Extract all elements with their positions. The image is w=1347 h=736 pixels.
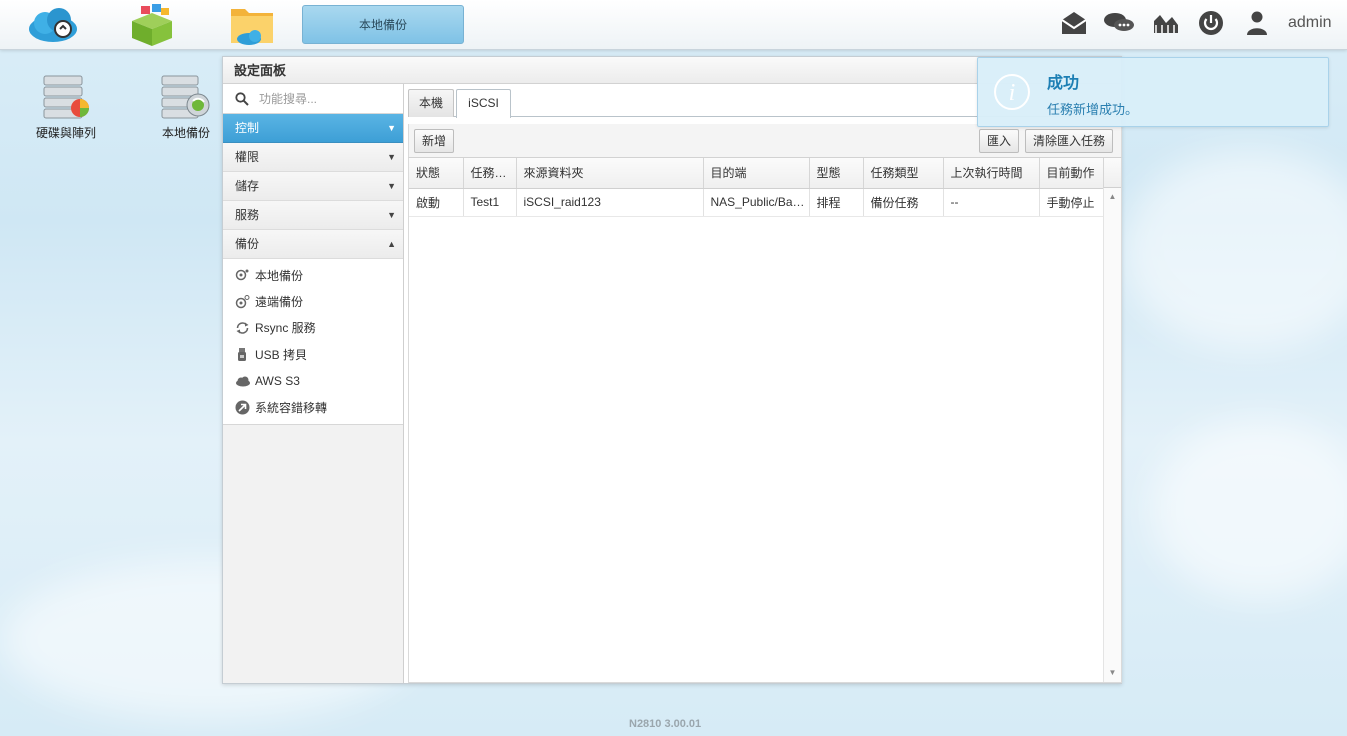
usb-icon bbox=[235, 347, 255, 362]
scroll-up-icon[interactable]: ▲ bbox=[1104, 190, 1121, 204]
username-label[interactable]: admin bbox=[1288, 14, 1332, 32]
cloud-menu-icon[interactable] bbox=[26, 2, 80, 48]
table-header-row: 狀態 任務名稱 來源資料夾 目的端 型態 任務類型 上次執行時間 目前動作 bbox=[409, 158, 1104, 189]
cloud-icon bbox=[235, 375, 255, 387]
background-cloud bbox=[1150, 420, 1347, 600]
remote-backup-icon bbox=[235, 294, 255, 309]
category-label: 服務 bbox=[235, 208, 260, 222]
search-placeholder: 功能搜尋... bbox=[259, 92, 318, 106]
category-label: 權限 bbox=[235, 150, 260, 164]
sidebar-item-label: 系統容錯移轉 bbox=[255, 400, 328, 415]
content-pane: 本機 iSCSI 新增 匯入 清除匯入任務 狀態 任務名稱 來源資料夾 目的端 … bbox=[408, 84, 1122, 683]
taskbar-task-local-backup[interactable]: 本地備份 bbox=[302, 5, 464, 44]
sidebar-item-label: 遠端備份 bbox=[255, 295, 304, 310]
cell-type: 排程 bbox=[809, 188, 864, 217]
scroll-down-icon[interactable]: ▼ bbox=[1104, 666, 1121, 680]
tab-local[interactable]: 本機 bbox=[408, 89, 454, 117]
notification-title: 成功 bbox=[1047, 75, 1080, 92]
tab-label: iSCSI bbox=[468, 96, 499, 110]
sidebar-item-label: USB 拷貝 bbox=[255, 347, 308, 362]
chevron-up-icon: ▲ bbox=[387, 239, 396, 249]
chevron-down-icon: ▼ bbox=[387, 181, 396, 191]
sidebar-item-label: 本地備份 bbox=[255, 268, 304, 283]
tab-iscsi[interactable]: iSCSI bbox=[456, 89, 511, 118]
cell-destination: NAS_Public/Backup bbox=[703, 188, 810, 217]
sidebar-item-failover[interactable]: 系統容錯移轉 bbox=[223, 394, 403, 420]
sidebar-item-local-backup[interactable]: 本地備份 bbox=[223, 262, 403, 288]
sidebar-item-label: Rsync 服務 bbox=[255, 321, 316, 336]
desktop-icon-disk-raid[interactable]: 硬碟與陣列 bbox=[21, 74, 111, 141]
rsync-icon bbox=[235, 321, 255, 335]
column-header-type[interactable]: 型態 bbox=[809, 158, 864, 189]
category-label: 備份 bbox=[235, 237, 260, 251]
task-table: 狀態 任務名稱 來源資料夾 目的端 型態 任務類型 上次執行時間 目前動作 啟動… bbox=[408, 158, 1122, 683]
task-label: 本地備份 bbox=[358, 18, 407, 32]
cell-task-name: Test1 bbox=[463, 188, 517, 217]
sidebar: 功能搜尋... 控制 ▼ 權限 ▼ 儲存 ▼ 服務 ▼ 備份 ▲ 本地備份 遠端… bbox=[223, 84, 404, 683]
sidebar-category-backup[interactable]: 備份 ▲ bbox=[223, 230, 403, 259]
backup-submenu: 本地備份 遠端備份 Rsync 服務 USB 拷貝 AWS S3 系統容錯移轉 bbox=[223, 259, 403, 426]
column-header-last-run[interactable]: 上次執行時間 bbox=[943, 158, 1040, 189]
background-cloud bbox=[1120, 150, 1347, 350]
sidebar-category-storage[interactable]: 儲存 ▼ bbox=[223, 172, 403, 201]
local-backup-icon bbox=[235, 268, 255, 282]
cell-current-action: 手動停止 bbox=[1039, 188, 1104, 217]
monitor-icon[interactable] bbox=[1150, 8, 1182, 38]
scroll-header-spacer bbox=[1103, 158, 1121, 188]
sidebar-item-label: AWS S3 bbox=[255, 373, 300, 388]
category-label: 控制 bbox=[235, 121, 260, 135]
search-icon bbox=[235, 91, 249, 106]
cell-status: 啟動 bbox=[409, 188, 464, 217]
mail-icon[interactable] bbox=[1058, 8, 1090, 38]
desktop-icon-label: 本地備份 bbox=[161, 126, 210, 140]
desktop-icon-label: 硬碟與陣列 bbox=[35, 126, 96, 140]
chat-icon[interactable] bbox=[1102, 8, 1136, 38]
column-header-current-action[interactable]: 目前動作 bbox=[1039, 158, 1104, 189]
chevron-down-icon: ▼ bbox=[387, 210, 396, 220]
sidebar-category-services[interactable]: 服務 ▼ bbox=[223, 201, 403, 230]
column-header-task-type[interactable]: 任務類型 bbox=[863, 158, 944, 189]
disk-array-icon bbox=[40, 74, 92, 120]
sidebar-item-remote-backup[interactable]: 遠端備份 bbox=[223, 288, 403, 314]
cell-task-type: 備份任務 bbox=[863, 188, 944, 217]
sidebar-item-aws-s3[interactable]: AWS S3 bbox=[223, 368, 403, 394]
info-icon: i bbox=[993, 73, 1031, 114]
chevron-down-icon: ▼ bbox=[387, 123, 396, 133]
success-notification[interactable]: i 成功 任務新增成功。 bbox=[977, 57, 1329, 127]
category-label: 儲存 bbox=[235, 179, 260, 193]
cell-source-folder: iSCSI_raid123 bbox=[516, 188, 704, 217]
add-button[interactable]: 新增 bbox=[414, 129, 455, 153]
desktop-icon-local-backup[interactable]: 本地備份 bbox=[141, 74, 231, 141]
user-icon[interactable] bbox=[1242, 8, 1272, 38]
settings-window: 設定面板 功能搜尋... 控制 ▼ 權限 ▼ 儲存 ▼ 服務 ▼ 備份 ▲ 本地… bbox=[222, 56, 1122, 684]
table-row[interactable]: 啟動 Test1 iSCSI_raid123 NAS_Public/Backup… bbox=[409, 188, 1104, 217]
sidebar-item-usb-copy[interactable]: USB 拷貝 bbox=[223, 341, 403, 367]
toolbar: 新增 匯入 清除匯入任務 bbox=[408, 124, 1122, 158]
column-header-task-name[interactable]: 任務名稱 bbox=[463, 158, 517, 189]
local-backup-app-icon bbox=[160, 74, 212, 120]
file-manager-icon[interactable] bbox=[225, 2, 279, 48]
column-header-status[interactable]: 狀態 bbox=[409, 158, 464, 189]
import-button[interactable]: 匯入 bbox=[979, 129, 1020, 153]
sidebar-category-control[interactable]: 控制 ▼ bbox=[223, 114, 403, 143]
notification-message: 任務新增成功。 bbox=[1047, 102, 1139, 117]
svg-text:i: i bbox=[1009, 80, 1016, 106]
chevron-down-icon: ▼ bbox=[387, 152, 396, 162]
clear-import-button[interactable]: 清除匯入任務 bbox=[1025, 129, 1114, 153]
search-field[interactable]: 功能搜尋... bbox=[223, 84, 403, 114]
column-header-destination[interactable]: 目的端 bbox=[703, 158, 810, 189]
sidebar-item-rsync[interactable]: Rsync 服務 bbox=[223, 315, 403, 341]
app-center-icon[interactable] bbox=[125, 2, 179, 48]
tab-label: 本機 bbox=[418, 96, 443, 110]
vertical-scrollbar[interactable]: ▲ ▼ bbox=[1103, 188, 1121, 682]
taskbar: 本地備份 admin bbox=[0, 0, 1347, 50]
cell-last-run: -- bbox=[943, 188, 1040, 217]
version-label: N2810 3.00.01 bbox=[629, 718, 702, 730]
power-icon[interactable] bbox=[1196, 8, 1226, 38]
sidebar-category-permissions[interactable]: 權限 ▼ bbox=[223, 143, 403, 172]
column-header-source-folder[interactable]: 來源資料夾 bbox=[516, 158, 704, 189]
failover-icon bbox=[235, 400, 255, 415]
